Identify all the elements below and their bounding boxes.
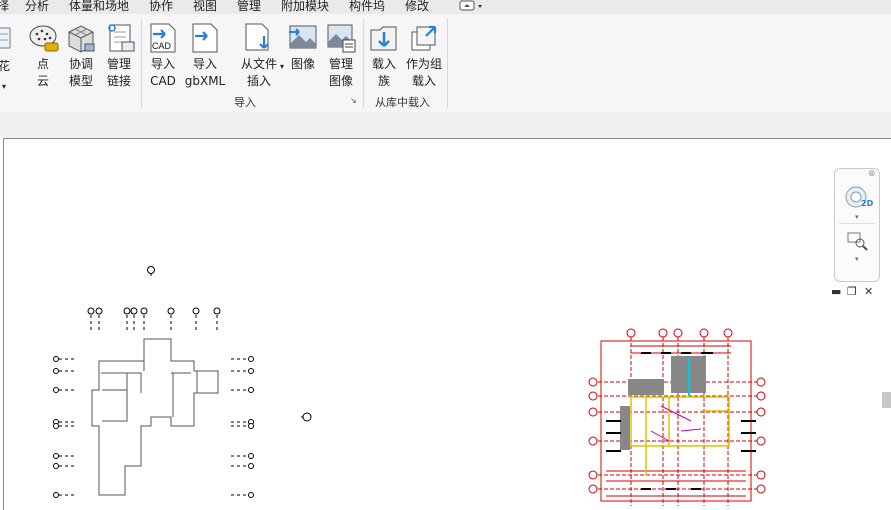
flower-icon [0, 27, 11, 49]
import-cad-label: 导入 CAD [150, 57, 176, 88]
grid-bubbles-left [53, 356, 75, 498]
image-icon [289, 25, 317, 49]
close-view-icon[interactable]: ✕ [864, 285, 873, 298]
menu-item-component-dock[interactable]: 构件坞 [349, 0, 385, 14]
menu-item-massing[interactable]: 体量和场地 [69, 0, 129, 14]
zoom-region-icon [847, 232, 868, 251]
cad-icon-text: CAD [152, 41, 172, 51]
flower-label: 花 [0, 59, 11, 73]
options-bar [0, 112, 891, 138]
elevation-marker-icon[interactable] [147, 266, 155, 277]
drawing-area[interactable]: ▬ ❐ ✕ [3, 138, 891, 510]
zoom-dropdown-icon[interactable]: ▾ [855, 255, 859, 263]
menu-item-collaborate[interactable]: 协作 [149, 0, 173, 14]
group-separator [141, 18, 142, 108]
load-family-icon [370, 26, 397, 51]
load-as-group-icon [411, 25, 437, 51]
grid-bubbles-right [231, 356, 254, 498]
menu-item-manage[interactable]: 管理 [237, 0, 261, 14]
image-label: 图像 [290, 57, 315, 71]
steering-dropdown-icon[interactable]: ▾ [855, 213, 859, 221]
coordination-model-icon [68, 25, 95, 53]
manage-images-label: 管理 图像 [328, 57, 353, 88]
steering-wheel-icon [845, 186, 867, 208]
minimize-view-icon[interactable]: ▬ [831, 285, 841, 298]
group-separator [447, 18, 448, 108]
ribbon-panel: 花 ▾ 点 云 协调 模型 管理 链接 CAD 导入 CAD 导入 gbXML … [0, 14, 891, 113]
insert-dropdown-icon[interactable]: ▾ [280, 58, 284, 75]
point-cloud-label: 点 云 [36, 57, 49, 88]
manage-links-icon [108, 24, 135, 52]
manage-links-label: 管理 链接 [106, 57, 131, 88]
elevation-marker-icon[interactable] [301, 412, 312, 422]
imported-cad-plan[interactable] [588, 328, 766, 506]
coordination-model-label: 协调 模型 [68, 57, 93, 88]
navbar-close-icon[interactable]: ⊗ [868, 169, 876, 179]
menu-bar: 择 分析 体量和场地 协作 视图 管理 附加模块 构件坞 修改 [0, 0, 891, 14]
import-cad-icon: CAD [150, 23, 176, 53]
floor-plan-outline [91, 338, 219, 496]
manage-images-icon [327, 24, 356, 53]
navbar-divider [839, 223, 875, 224]
vertical-scrollbar[interactable] [882, 392, 891, 408]
restore-view-icon[interactable]: ❐ [847, 285, 857, 298]
menu-item-view[interactable]: 视图 [193, 0, 217, 14]
load-family-label: 载入 族 [371, 57, 396, 88]
menu-item-addins[interactable]: 附加模块 [281, 0, 329, 14]
insert-from-file-icon [245, 23, 269, 51]
load-as-group-label: 作为组 载入 [405, 57, 442, 88]
import-gbxml-icon [192, 23, 218, 53]
zoom-button[interactable] [845, 231, 869, 251]
grid-bubbles-top [87, 307, 221, 331]
import-gbxml-label: 导入 gbXML [184, 57, 226, 88]
menu-item-analyze[interactable]: 分析 [25, 0, 49, 14]
steering-wheel-button[interactable]: 2D [841, 183, 875, 213]
2d-badge: 2D [861, 199, 874, 208]
insert-from-file-label: 从文件 插入 [240, 57, 277, 88]
navigation-bar: ⊗ 2D ▾ ▾ [834, 168, 880, 282]
point-cloud-icon [29, 25, 59, 52]
import-dialog-launcher-icon[interactable]: ↘ [350, 96, 357, 105]
menu-item-select[interactable]: 择 [0, 0, 9, 14]
ribbon-display-toggle-icon[interactable] [459, 0, 485, 12]
group-separator [363, 18, 364, 108]
flower-dropdown-icon: ▾ [2, 82, 7, 91]
import-group-label: 导入 [234, 96, 256, 109]
menu-item-modify[interactable]: 修改 [405, 0, 429, 14]
library-group-label: 从库中载入 [375, 96, 430, 109]
drawing-canvas [53, 266, 766, 506]
